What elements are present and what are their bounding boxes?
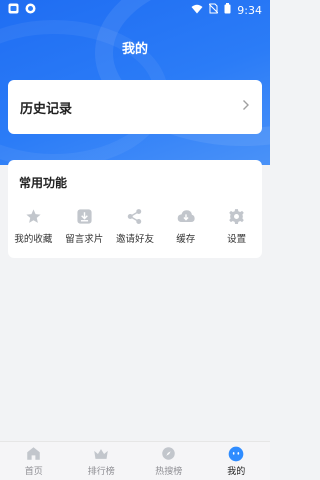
tab-ranking[interactable]: 排行榜 bbox=[68, 442, 136, 480]
crown-icon bbox=[93, 446, 109, 462]
battery-icon bbox=[224, 3, 231, 17]
function-request-movie[interactable]: 留言求片 bbox=[59, 207, 110, 245]
screen: 9:34 我的 历史记录 常用功能 我的收藏 留言求片 邀请好友 缓存 设置 首… bbox=[0, 0, 270, 480]
chevron-right-icon bbox=[242, 99, 250, 115]
wifi-icon bbox=[191, 4, 203, 17]
home-icon bbox=[26, 446, 42, 462]
function-label: 留言求片 bbox=[65, 234, 104, 245]
cloud-download-icon bbox=[177, 207, 195, 225]
functions-row: 我的收藏 留言求片 邀请好友 缓存 设置 bbox=[8, 207, 262, 245]
tab-profile[interactable]: 我的 bbox=[203, 442, 271, 480]
no-sim-icon bbox=[208, 3, 219, 17]
status-left bbox=[8, 3, 36, 17]
compass-icon bbox=[161, 446, 177, 462]
tab-hot-search[interactable]: 热搜榜 bbox=[135, 442, 203, 480]
download-box-icon bbox=[75, 207, 93, 225]
share-icon bbox=[126, 207, 144, 225]
functions-card: 常用功能 我的收藏 留言求片 邀请好友 缓存 设置 bbox=[8, 160, 262, 258]
sync-status-icon bbox=[25, 3, 36, 17]
status-bar: 9:34 bbox=[0, 0, 270, 20]
gear-icon bbox=[228, 207, 246, 225]
history-title: 历史记录 bbox=[20, 101, 73, 117]
app-notification-icon bbox=[8, 3, 19, 17]
tab-label: 热搜榜 bbox=[155, 466, 183, 477]
function-label: 设置 bbox=[227, 234, 247, 245]
profile-face-icon bbox=[228, 446, 244, 462]
function-invite-friends[interactable]: 邀请好友 bbox=[110, 207, 161, 245]
star-icon bbox=[24, 207, 42, 225]
function-label: 缓存 bbox=[176, 234, 196, 245]
tab-home[interactable]: 首页 bbox=[0, 442, 68, 480]
tab-label: 我的 bbox=[227, 466, 246, 477]
tab-label: 排行榜 bbox=[87, 466, 115, 477]
function-label: 邀请好友 bbox=[115, 234, 154, 245]
page-title: 我的 bbox=[121, 42, 148, 57]
status-time: 9:34 bbox=[237, 3, 262, 17]
function-label: 我的收藏 bbox=[14, 234, 53, 245]
function-favorites[interactable]: 我的收藏 bbox=[8, 207, 59, 245]
function-cache[interactable]: 缓存 bbox=[160, 207, 211, 245]
history-card[interactable]: 历史记录 bbox=[8, 80, 262, 134]
status-right: 9:34 bbox=[191, 3, 262, 17]
bottom-tab-bar: 首页 排行榜 热搜榜 我的 bbox=[0, 441, 270, 480]
tab-label: 首页 bbox=[24, 466, 43, 477]
functions-title: 常用功能 bbox=[19, 176, 68, 190]
function-settings[interactable]: 设置 bbox=[211, 207, 262, 245]
